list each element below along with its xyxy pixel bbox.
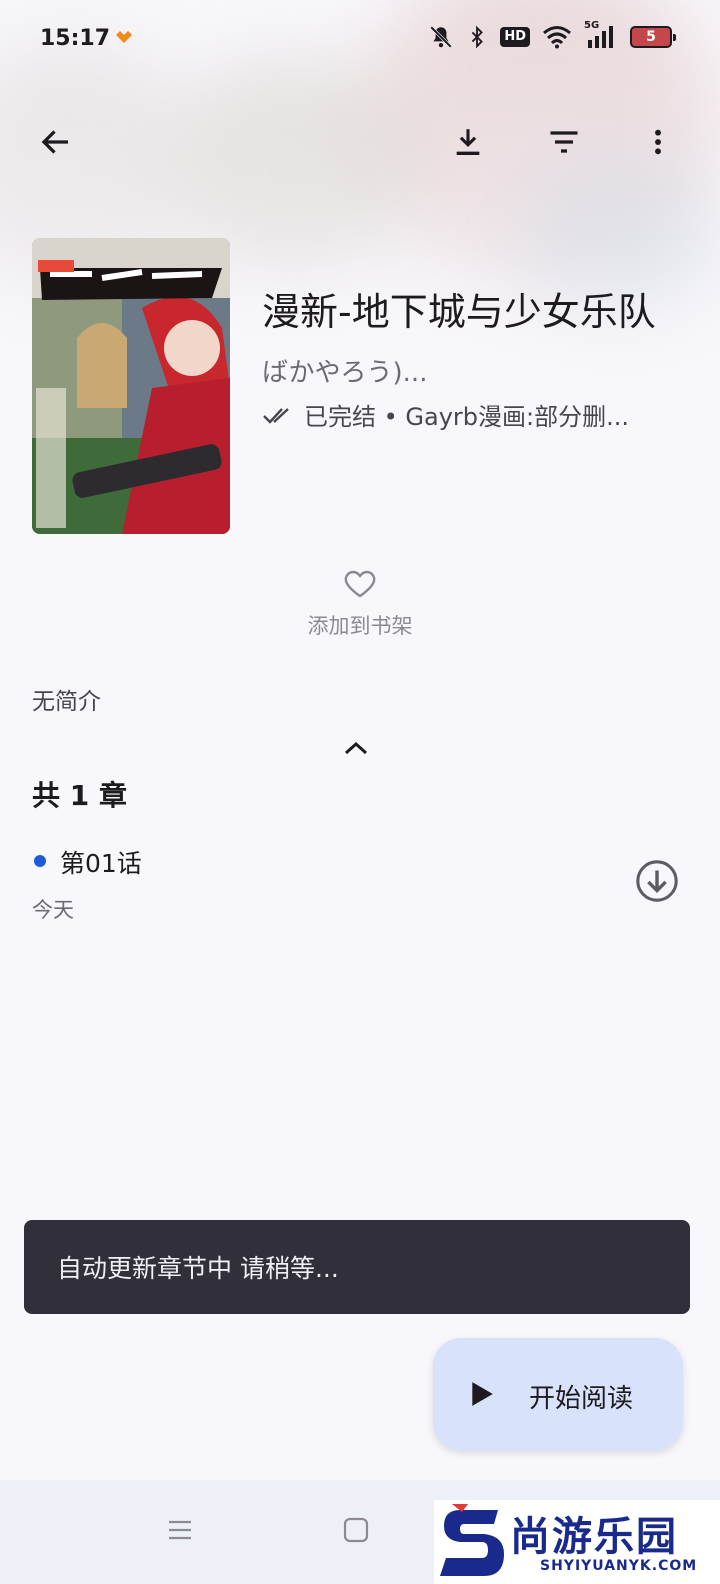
status-bar: 15:17 HD 5G 5 <box>0 0 720 80</box>
heart-outline-icon <box>344 570 376 598</box>
wifi-icon <box>543 26 571 49</box>
manga-author[interactable]: ばかやろう)... <box>262 352 682 389</box>
chapter-date: 今天 <box>32 898 74 922</box>
start-reading-label: 开始阅读 <box>529 1384 634 1414</box>
back-button[interactable] <box>28 114 84 170</box>
menu-icon <box>169 1520 191 1540</box>
manga-status-text: 已完结 • Gayrb漫画:部分删... <box>304 403 629 431</box>
manga-title[interactable]: 漫新-地下城与少女乐队 <box>262 286 682 338</box>
site-watermark: 尚游乐园 SHYIYUANYK.COM <box>434 1500 720 1584</box>
filter-button[interactable] <box>536 114 592 170</box>
status-icons: HD 5G 5 <box>428 20 676 50</box>
chapter-count-heading: 共 1 章 <box>32 779 127 812</box>
home-square-icon <box>343 1517 369 1543</box>
manga-description[interactable]: 无简介 <box>32 682 101 716</box>
watermark-en-text: SHYIYUANYK.COM <box>540 1558 698 1574</box>
download-icon <box>456 129 480 156</box>
chapter-download-button[interactable] <box>632 856 682 906</box>
battery-indicator: 5 <box>630 26 676 48</box>
recents-button[interactable] <box>160 1510 200 1550</box>
snackbar: 自动更新章节中 请稍等... <box>24 1220 690 1314</box>
arrow-left-icon <box>41 130 68 154</box>
app-notification-icon <box>116 31 132 43</box>
watermark-cn-text: 尚游乐园 <box>510 1514 678 1560</box>
filter-icon <box>550 131 578 153</box>
watermark-logo-icon <box>440 1504 504 1576</box>
chevron-up-icon <box>344 741 368 755</box>
home-button[interactable] <box>336 1510 376 1550</box>
snackbar-message: 自动更新章节中 请稍等... <box>57 1254 339 1283</box>
manga-status-line: 已完结 • Gayrb漫画:部分删... <box>262 397 682 432</box>
add-to-library-button[interactable]: 添加到书架 <box>280 566 440 640</box>
download-button[interactable] <box>440 114 496 170</box>
more-vert-icon <box>655 129 661 155</box>
chapter-list-item[interactable]: 第01话 今天 <box>0 836 720 932</box>
cellular-signal-icon: 5G <box>584 20 618 50</box>
more-options-button[interactable] <box>630 114 686 170</box>
manga-info: 漫新-地下城与少女乐队 ばかやろう)... 已完结 • Gayrb漫画:部分删.… <box>262 286 682 432</box>
unread-indicator <box>34 855 46 867</box>
add-to-library-label: 添加到书架 <box>307 614 413 638</box>
chapter-name: 第01话 <box>60 849 142 878</box>
bell-off-icon <box>430 26 453 48</box>
download-circle-icon <box>636 860 678 902</box>
bluetooth-icon <box>472 25 484 49</box>
manga-cover-image[interactable] <box>32 238 230 534</box>
hd-badge: HD <box>500 27 530 47</box>
status-time: 15:17 <box>40 26 111 51</box>
top-app-bar <box>0 108 720 176</box>
start-reading-fab[interactable]: 开始阅读 <box>433 1338 683 1450</box>
collapse-description-button[interactable] <box>336 732 376 764</box>
done-all-icon <box>263 407 289 424</box>
play-icon <box>472 1382 493 1406</box>
